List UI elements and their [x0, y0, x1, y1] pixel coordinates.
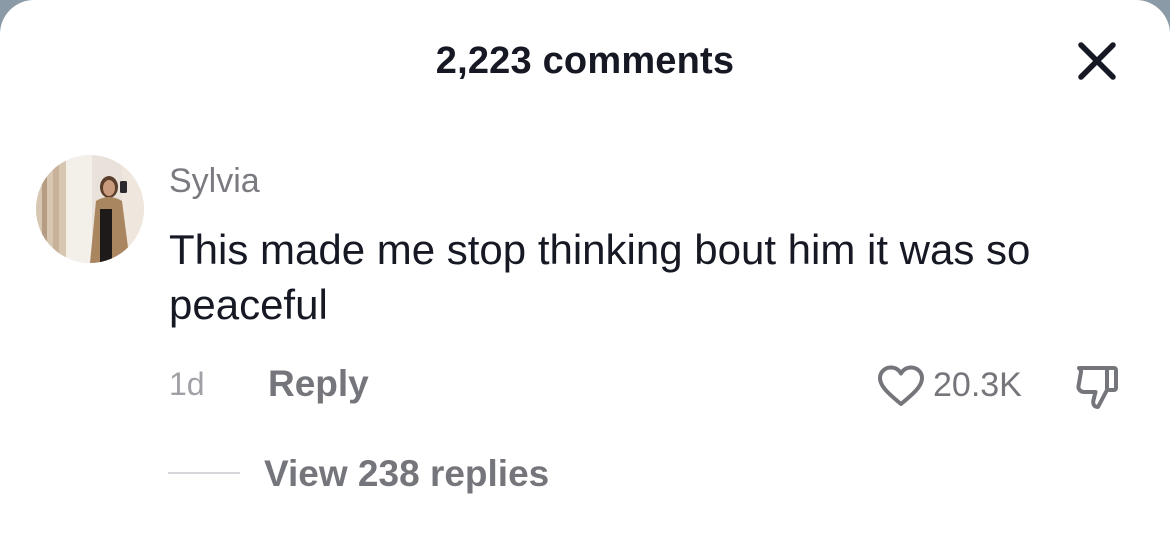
like-count: 20.3K	[933, 366, 1022, 404]
heart-outline-icon	[878, 365, 924, 406]
avatar[interactable]	[36, 155, 144, 263]
view-replies-button[interactable]: View 238 replies	[264, 453, 549, 495]
comment-username[interactable]: Sylvia	[169, 162, 260, 201]
comments-sheet: 2,223 comments Sylvia This made me stop …	[0, 0, 1170, 556]
close-button[interactable]	[1072, 38, 1122, 84]
dislike-button[interactable]	[1073, 362, 1123, 412]
like-button[interactable]	[876, 364, 926, 408]
comment-text: This made me stop thinking bout him it w…	[169, 226, 1031, 328]
close-icon	[1078, 42, 1116, 80]
reply-button[interactable]: Reply	[268, 363, 369, 405]
comments-count-title: 2,223 comments	[435, 40, 735, 82]
comment-timestamp: 1d	[169, 366, 205, 402]
avatar-photo	[36, 155, 144, 263]
thumbs-down-icon	[1076, 366, 1118, 409]
replies-divider	[168, 472, 240, 474]
